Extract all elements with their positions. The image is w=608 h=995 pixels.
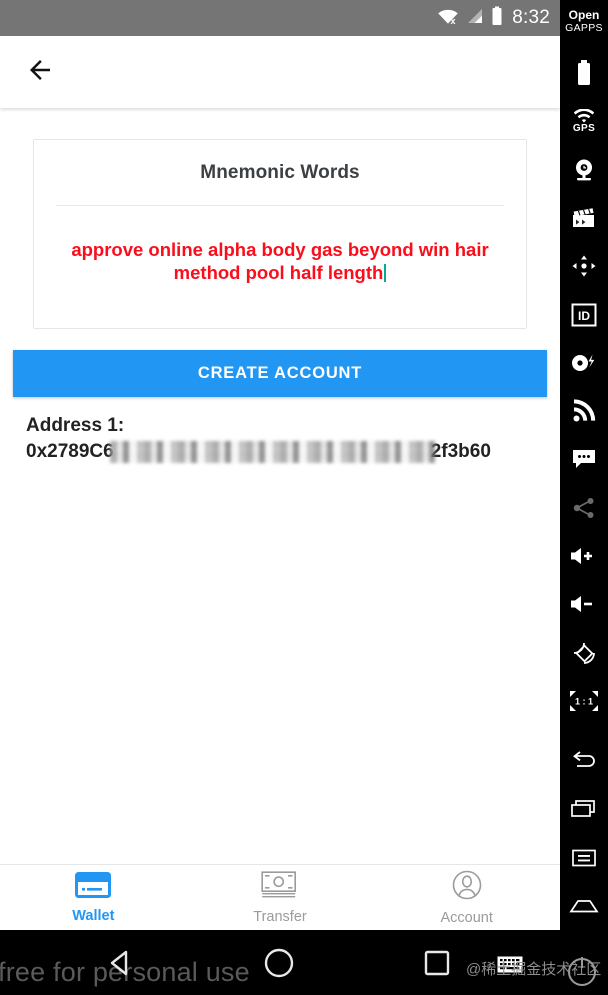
home-circle-icon bbox=[264, 948, 294, 977]
address-suffix: 2f3b60 bbox=[430, 441, 491, 462]
android-back-button[interactable] bbox=[105, 947, 137, 979]
back-button[interactable] bbox=[12, 44, 68, 100]
mnemonic-text-field[interactable]: approve online alpha body gas beyond win… bbox=[56, 238, 504, 302]
emulator-sidebar: Open GAPPS GPS ID 1: 1 bbox=[560, 0, 608, 930]
bottom-nav-item-account[interactable]: Account bbox=[373, 865, 560, 930]
sidebar-share-icon[interactable] bbox=[560, 484, 608, 532]
sidebar-scale-1-1-icon[interactable]: 1 : 1 bbox=[560, 677, 608, 725]
wifi-off-icon: x bbox=[437, 7, 459, 30]
bottom-nav-item-transfer[interactable]: Transfer bbox=[187, 865, 374, 930]
svg-text:x: x bbox=[451, 16, 456, 25]
credit-card-icon bbox=[75, 871, 112, 903]
status-bar-time: 8:32 bbox=[512, 7, 550, 28]
sidebar-sms-icon[interactable] bbox=[560, 435, 608, 483]
svg-text:1 : 1: 1 : 1 bbox=[575, 696, 593, 706]
app-toolbar bbox=[0, 36, 560, 108]
bottom-nav-label-wallet: Wallet bbox=[72, 907, 115, 924]
mnemonic-card: Mnemonic Words approve online alpha body… bbox=[33, 139, 527, 329]
screen-root: x 8:32 Mnemonic Words approve online alp… bbox=[0, 0, 608, 995]
open-gapps-label[interactable]: Open GAPPS bbox=[565, 9, 603, 35]
status-bar-icons: x bbox=[437, 6, 503, 31]
sidebar-home-icon[interactable] bbox=[560, 882, 608, 930]
card-divider bbox=[56, 205, 504, 206]
sidebar-dpad-icon[interactable] bbox=[560, 242, 608, 290]
sidebar-menu-icon[interactable] bbox=[560, 834, 608, 882]
sidebar-volume-up-icon[interactable] bbox=[560, 532, 608, 580]
gps-label: GPS bbox=[572, 122, 596, 134]
sidebar-back-icon[interactable] bbox=[560, 737, 608, 785]
address-label: Address 1: bbox=[26, 415, 125, 436]
sidebar-gps-icon[interactable]: GPS bbox=[560, 97, 608, 145]
sidebar-baseband-icon[interactable] bbox=[560, 339, 608, 387]
android-recents-button[interactable] bbox=[422, 948, 452, 978]
sidebar-rotate-icon[interactable] bbox=[560, 628, 608, 676]
battery-icon bbox=[491, 6, 503, 31]
bottom-nav-item-wallet[interactable]: Wallet bbox=[0, 865, 187, 930]
bottom-nav-label-transfer: Transfer bbox=[253, 908, 307, 925]
text-caret bbox=[384, 264, 387, 282]
sidebar-network-icon[interactable] bbox=[560, 387, 608, 435]
address-prefix: 0x2789C6 bbox=[26, 441, 114, 462]
power-icon[interactable] bbox=[568, 957, 596, 986]
android-home-button[interactable] bbox=[262, 946, 296, 980]
mnemonic-words: approve online alpha body gas beyond win… bbox=[71, 239, 489, 283]
sidebar-volume-down-icon[interactable] bbox=[560, 580, 608, 628]
person-icon bbox=[452, 870, 482, 905]
back-arrow-icon bbox=[25, 55, 55, 90]
back-triangle-icon bbox=[110, 950, 128, 975]
sidebar-clapperboard-icon[interactable] bbox=[560, 194, 608, 242]
recents-square-icon bbox=[424, 950, 450, 975]
bottom-navigation: Wallet Transfer Account bbox=[0, 864, 560, 930]
create-account-button[interactable]: CREATE ACCOUNT bbox=[13, 350, 547, 397]
phone-screen: x 8:32 Mnemonic Words approve online alp… bbox=[0, 0, 560, 995]
address-value: 0x2789C6 2f3b60 bbox=[26, 439, 560, 465]
page-content: Mnemonic Words approve online alpha body… bbox=[0, 108, 560, 894]
svg-text:ID: ID bbox=[578, 309, 590, 323]
address-block: Address 1: 0x2789C6 2f3b60 bbox=[26, 413, 560, 465]
android-navigation-bar: free for personal use @稀土掘金技术社区 bbox=[0, 930, 608, 995]
card-title: Mnemonic Words bbox=[200, 162, 360, 183]
address-redacted-region bbox=[109, 441, 435, 463]
bottom-nav-label-account: Account bbox=[440, 909, 493, 926]
status-bar: x 8:32 bbox=[0, 0, 560, 36]
sidebar-id-badge-icon[interactable]: ID bbox=[560, 290, 608, 338]
open-gapps-line2: GAPPS bbox=[565, 22, 603, 34]
sidebar-battery-icon[interactable] bbox=[560, 49, 608, 97]
cellular-signal-icon bbox=[466, 7, 484, 30]
banknote-icon bbox=[261, 870, 299, 904]
sidebar-webcam-icon[interactable] bbox=[560, 146, 608, 194]
sidebar-recents-icon[interactable] bbox=[560, 785, 608, 833]
open-gapps-line1: Open bbox=[568, 8, 600, 22]
